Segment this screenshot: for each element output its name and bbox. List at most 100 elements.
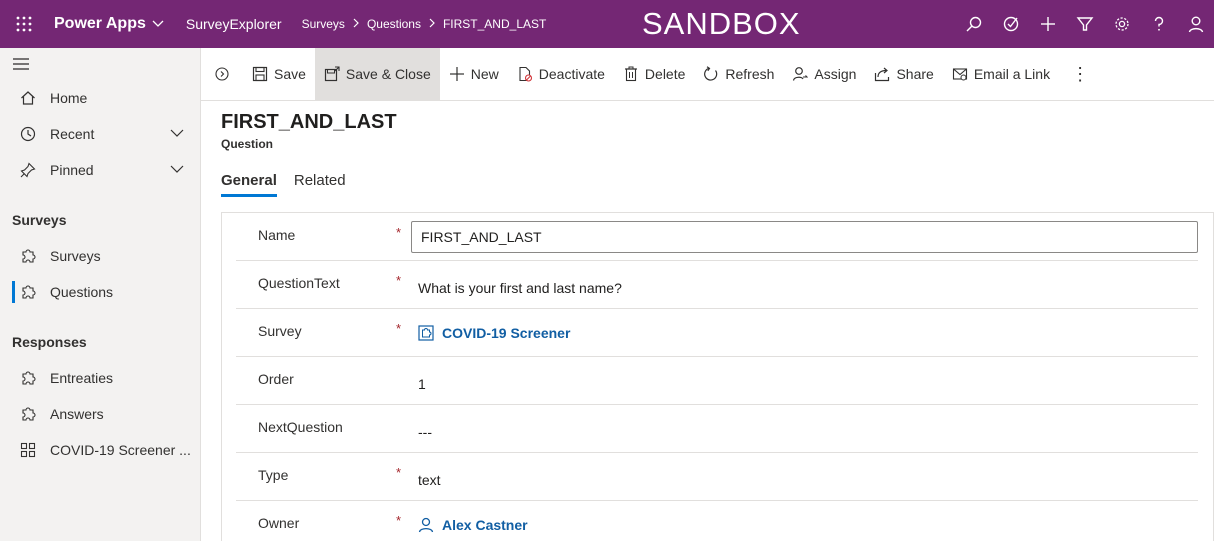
sidebar-item-pinned[interactable]: Pinned (0, 152, 200, 188)
assign-icon (793, 67, 809, 81)
top-bar-actions (955, 0, 1214, 48)
sidebar-item-label: Surveys (50, 248, 101, 264)
chevron-down-icon[interactable] (170, 126, 184, 140)
dashboard-icon (20, 442, 36, 458)
save-button[interactable]: Save (243, 48, 315, 101)
new-label: New (470, 66, 499, 82)
sidebar-item-surveys[interactable]: Surveys (0, 238, 200, 274)
required-indicator: * (396, 321, 402, 336)
field-type-row: Type * text (236, 453, 1198, 501)
chevron-down-icon (152, 17, 164, 31)
assistant-icon[interactable] (992, 0, 1029, 48)
sidebar-item-covid-screener[interactable]: COVID-19 Screener ... (0, 432, 200, 468)
clock-icon (20, 126, 36, 142)
entity-icon (418, 325, 434, 341)
field-nextquestion-row: NextQuestion --- (236, 405, 1198, 453)
tab-related[interactable]: Related (294, 172, 346, 197)
add-icon[interactable] (1029, 0, 1066, 48)
puzzle-icon (20, 284, 36, 300)
field-survey-row: Survey * COVID-19 Screener (236, 309, 1198, 357)
order-value[interactable]: 1 (418, 376, 426, 392)
save-close-icon (324, 66, 340, 82)
field-label: QuestionText (258, 275, 340, 291)
puzzle-icon (20, 406, 36, 422)
breadcrumb-current: FIRST_AND_LAST (442, 17, 547, 31)
save-close-button[interactable]: Save & Close (314, 47, 440, 101)
save-close-label: Save & Close (345, 66, 431, 82)
add-icon (449, 67, 464, 81)
field-name-row: Name * (236, 213, 1198, 261)
sidebar-group-surveys: Surveys (12, 212, 67, 228)
owner-lookup-link[interactable]: Alex Castner (418, 517, 528, 533)
field-label: Survey (258, 323, 302, 339)
refresh-label: Refresh (725, 66, 775, 82)
sidebar-item-questions[interactable]: Questions (0, 274, 200, 310)
environment-label: SANDBOX (642, 6, 801, 41)
nextquestion-value[interactable]: --- (418, 424, 432, 440)
puzzle-icon (20, 370, 36, 386)
sidebar-item-entreaties[interactable]: Entreaties (0, 360, 200, 396)
search-icon[interactable] (955, 0, 992, 48)
settings-icon[interactable] (1103, 0, 1140, 48)
refresh-icon (704, 66, 718, 81)
deactivate-icon (519, 66, 532, 82)
chevron-right-icon (429, 17, 435, 31)
filter-icon[interactable] (1066, 0, 1103, 48)
breadcrumb-surveys[interactable]: Surveys (302, 17, 345, 31)
record-title: FIRST_AND_LAST (221, 111, 397, 133)
home-icon (20, 90, 36, 106)
app-name: Power Apps (54, 15, 146, 32)
required-indicator: * (396, 513, 402, 528)
sidebar-item-label: Pinned (50, 162, 94, 178)
sidebar-item-label: Answers (50, 406, 104, 422)
delete-label: Delete (644, 66, 686, 82)
required-indicator: * (396, 273, 402, 288)
delete-button[interactable]: Delete (614, 48, 694, 101)
assign-button[interactable]: Assign (783, 48, 865, 101)
app-module-name[interactable]: SurveyExplorer (186, 16, 282, 32)
deactivate-label: Deactivate (538, 66, 605, 82)
tab-general[interactable]: General (221, 172, 277, 197)
chevron-down-icon[interactable] (170, 162, 184, 176)
field-questiontext-row: QuestionText * What is your first and la… (236, 261, 1198, 309)
field-order-row: Order 1 (236, 357, 1198, 405)
save-icon (252, 66, 268, 82)
share-button[interactable]: Share (865, 48, 942, 101)
refresh-button[interactable]: Refresh (694, 48, 783, 101)
required-indicator: * (396, 225, 402, 240)
field-label: Order (258, 371, 294, 387)
delete-icon (624, 66, 637, 82)
field-label: Owner (258, 515, 300, 531)
email-link-icon (952, 68, 967, 81)
collapse-toggle-icon[interactable] (209, 48, 235, 101)
app-launcher-icon[interactable] (0, 0, 48, 48)
pin-icon (20, 162, 36, 178)
puzzle-icon (20, 248, 36, 264)
questiontext-value[interactable]: What is your first and last name? (418, 280, 622, 296)
more-commands-icon[interactable]: ⋮ (1059, 48, 1101, 101)
deactivate-button[interactable]: Deactivate (508, 48, 614, 101)
command-bar: Save Save & Close New Deactivate Delete … (201, 47, 1214, 101)
field-owner-row: Owner * Alex Castner (236, 501, 1198, 541)
sidebar-item-label: Questions (50, 284, 114, 300)
sidebar-item-recent[interactable]: Recent (0, 116, 200, 152)
user-icon[interactable] (1177, 0, 1214, 48)
assign-label: Assign (814, 66, 857, 82)
record-entity-type: Question (221, 137, 274, 151)
menu-toggle-icon[interactable] (0, 48, 200, 80)
user-icon (418, 517, 434, 533)
help-icon[interactable] (1140, 0, 1177, 48)
type-value[interactable]: text (418, 472, 441, 488)
survey-lookup-link[interactable]: COVID-19 Screener (418, 325, 570, 341)
breadcrumb-questions[interactable]: Questions (367, 17, 421, 31)
share-icon (875, 67, 890, 82)
email-link-button[interactable]: Email a Link (943, 48, 1059, 101)
sidebar-item-label: Home (50, 90, 88, 106)
app-switcher[interactable]: Power Apps (54, 15, 164, 33)
sidebar-item-answers[interactable]: Answers (0, 396, 200, 432)
sidebar-item-home[interactable]: Home (0, 80, 200, 116)
new-button[interactable]: New (440, 48, 508, 101)
name-input[interactable] (411, 221, 1198, 253)
